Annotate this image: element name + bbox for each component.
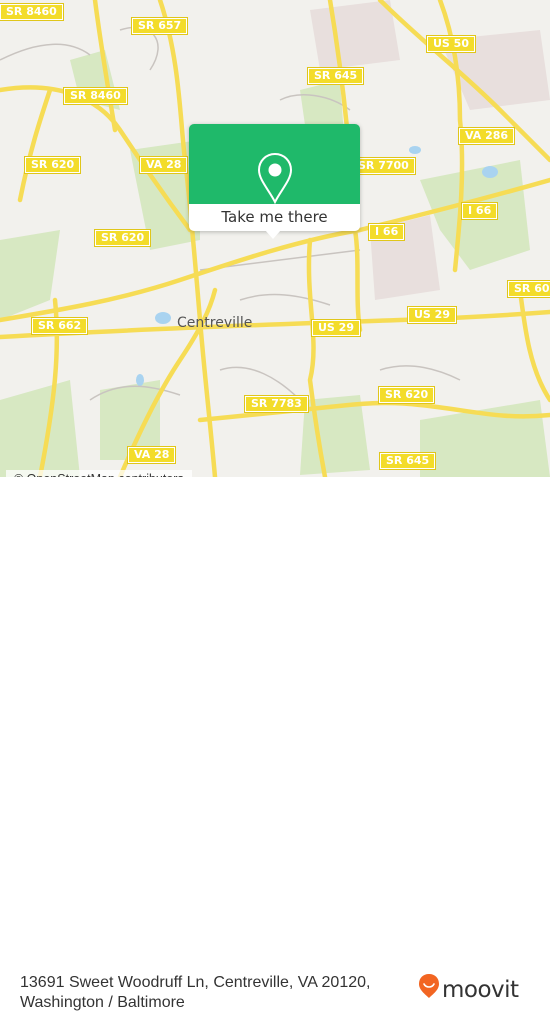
location-popup: Take me there: [189, 124, 360, 239]
road-shield: SR 620: [93, 229, 152, 247]
road-shield: SR 7783: [244, 395, 309, 413]
address-text: 13691 Sweet Woodruff Ln, Centreville, VA…: [20, 973, 370, 1013]
map-attribution[interactable]: © OpenStreetMap contributors: [6, 470, 192, 477]
road-shield: VA 286: [457, 127, 516, 145]
footer: 13691 Sweet Woodruff Ln, Centreville, VA…: [0, 477, 550, 1011]
road-shield: SR 608: [506, 280, 550, 298]
take-me-there-button[interactable]: Take me there: [189, 204, 360, 231]
road-shield: VA 28: [126, 446, 177, 464]
location-pin-icon: [257, 152, 293, 204]
brand-wordmark: moovit: [442, 977, 519, 1003]
address-line-1: 13691 Sweet Woodruff Ln, Centreville, VA…: [20, 974, 371, 991]
popup-header: [189, 124, 360, 204]
road-shield: US 50: [426, 35, 476, 53]
road-shield: SR 7700: [351, 157, 416, 175]
road-shield: SR 657: [130, 17, 189, 35]
map[interactable]: SR 8460 SR 657 SR 8460 US 50 SR 645 VA 2…: [0, 0, 550, 477]
road-shield: I 66: [367, 223, 406, 241]
road-shield: SR 8460: [0, 3, 64, 21]
address-line-2: Washington / Baltimore: [20, 994, 185, 1011]
road-shield: US 29: [311, 319, 361, 337]
road-shield: SR 645: [306, 67, 365, 85]
road-shield: I 66: [460, 202, 499, 220]
road-shield: SR 620: [377, 386, 436, 404]
popup-pointer: [265, 230, 281, 239]
moovit-pin-icon: [419, 974, 439, 998]
road-shield: VA 28: [138, 156, 189, 174]
place-label: Centreville: [177, 315, 253, 331]
road-shield: SR 8460: [63, 87, 128, 105]
road-shield: SR 645: [378, 452, 437, 470]
road-shield: US 29: [407, 306, 457, 324]
road-shield: SR 662: [30, 317, 89, 335]
road-shield: SR 620: [23, 156, 82, 174]
